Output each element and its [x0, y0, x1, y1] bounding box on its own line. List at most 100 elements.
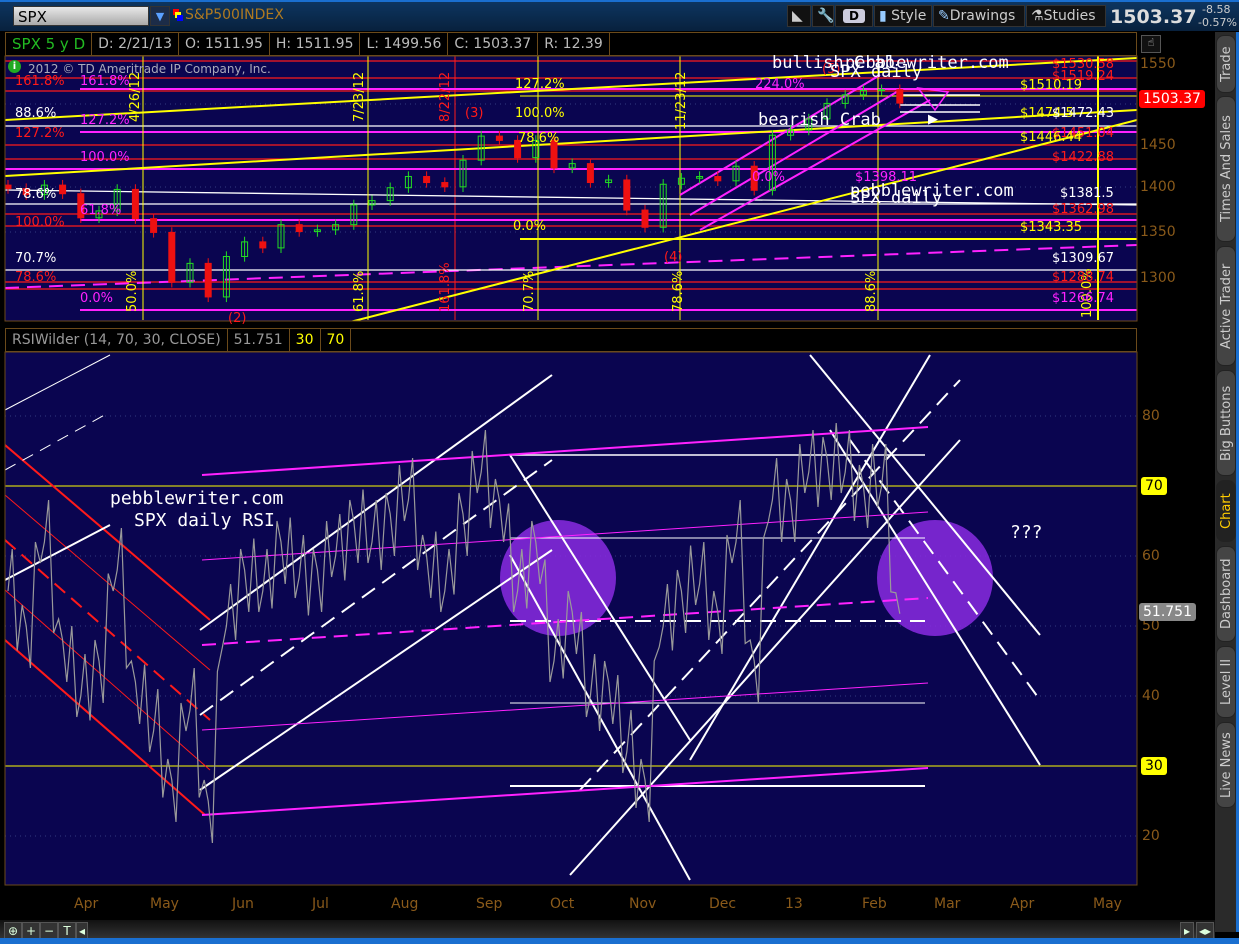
watermark-text: pebblewriter.com [110, 488, 284, 509]
fib-label: 78.6% [15, 187, 57, 202]
x-tick: Apr [1010, 896, 1035, 912]
date-label: 8/22/12 [438, 71, 453, 122]
price-tick: 1450 [1140, 137, 1176, 153]
bottom-bar [0, 920, 1215, 938]
current-price-tag: 1503.37 [1139, 90, 1205, 108]
wave-label: (4) [664, 250, 683, 265]
fib-label: 61.8% [80, 203, 122, 218]
fib-label: 127.2% [515, 77, 565, 92]
x-tick: 13 [785, 896, 803, 912]
rsi-tick: 80 [1142, 408, 1160, 424]
candle [150, 218, 158, 233]
x-tick: Dec [709, 896, 737, 912]
time-fib-label: 50.0% [125, 270, 140, 312]
candle [295, 224, 303, 233]
fib-label: 161.8% [80, 74, 130, 89]
price-tick: 1350 [1140, 224, 1176, 240]
candle [59, 184, 67, 195]
fib-label: 127.2% [80, 113, 130, 128]
price-level: $1446.44 [1020, 130, 1083, 145]
x-tick: May [1093, 896, 1122, 912]
pointer-tool-icon[interactable]: ☝ [1141, 35, 1161, 53]
candle [131, 188, 139, 220]
x-tick: Aug [391, 896, 419, 912]
x-tick: Nov [629, 896, 657, 912]
candle [714, 176, 722, 182]
x-tick: Apr [74, 896, 99, 912]
price-level: $1510.19 [1020, 78, 1083, 93]
tab-trade[interactable]: Trade [1216, 35, 1236, 93]
fib-label: 161.8% [15, 74, 65, 89]
rsi-oversold: 30 [290, 329, 321, 351]
candle [586, 163, 594, 184]
tab-dashboard[interactable]: Dashboard [1216, 546, 1236, 642]
chart-caption: SPX daily RSI [134, 510, 275, 531]
price-level: $1472.43 [1052, 106, 1115, 121]
fib-label: 70.7% [15, 251, 57, 266]
rsi-header: RSIWilder (14, 70, 30, CLOSE) 51.751 30 … [5, 328, 1137, 352]
wave-label: (2) [228, 311, 247, 326]
time-fib-label: 61.8% [352, 270, 367, 312]
tab-times-and-sales[interactable]: Times And Sales [1216, 96, 1236, 242]
time-fib-label: 161.8% [438, 262, 453, 312]
x-tick: Sep [476, 896, 503, 912]
fib-label: 0.0% [752, 170, 786, 185]
x-tick: Oct [550, 896, 575, 912]
watermark-text: SPX daily [830, 62, 923, 82]
fib-label: 100.0% [80, 150, 130, 165]
price-tick: 1550 [1140, 56, 1176, 72]
fib-label: 224.0% [755, 77, 805, 92]
date-label: 7/23/12 [352, 71, 367, 122]
candle [423, 176, 431, 184]
fib-label: 78.6% [15, 270, 57, 285]
x-tick: Jun [232, 896, 254, 912]
rsi-tick: 60 [1142, 548, 1160, 564]
candle [441, 182, 449, 188]
watermark-text: SPX daily [850, 188, 943, 208]
sidebar: Trade Times And Sales Active Trader Big … [1215, 32, 1239, 932]
wave-label: (3) [465, 106, 484, 121]
rsi-current-tag: 51.751 [1139, 603, 1196, 621]
price-level: $1309.67 [1052, 251, 1115, 266]
tab-live-news[interactable]: Live News [1216, 722, 1236, 808]
rsi-tick: 20 [1142, 828, 1160, 844]
rsi-30-tag: 30 [1141, 757, 1167, 775]
candle [5, 184, 12, 190]
info-icon[interactable]: i [8, 60, 21, 73]
rsi-value: 51.751 [228, 329, 290, 351]
price-tick: 1400 [1140, 179, 1176, 195]
date-label: 4/26/12 [128, 71, 143, 122]
time-fib-label: 88.6% [864, 270, 879, 312]
candle [168, 231, 176, 283]
candle [878, 89, 886, 92]
fib-label: 88.6% [15, 106, 57, 121]
highlight-circle [877, 520, 993, 636]
arrow-right-icon: ▶ [928, 112, 938, 127]
window-border [0, 938, 1239, 944]
tab-active-trader[interactable]: Active Trader [1216, 246, 1236, 366]
pattern-label: bearish Crab [758, 110, 881, 130]
question-annotation: ??? [1010, 522, 1043, 543]
x-tick: Jul [312, 896, 329, 912]
price-tick: 1300 [1140, 270, 1176, 286]
price-level: $1288.74 [1052, 270, 1115, 285]
time-fib-label: 78.6% [671, 270, 686, 312]
rsi-tick: 40 [1142, 688, 1160, 704]
rsi-overbought: 70 [321, 329, 352, 351]
fib-label: 78.6% [518, 131, 560, 146]
rsi-study-name[interactable]: RSIWilder (14, 70, 30, CLOSE) [6, 329, 228, 351]
x-tick: May [150, 896, 179, 912]
candle [623, 179, 631, 211]
price-level: $1422.88 [1052, 150, 1115, 165]
tab-chart[interactable]: Chart [1216, 480, 1236, 542]
price-level: $1266.74 [1052, 291, 1115, 306]
tab-level-ii[interactable]: Level II [1216, 646, 1236, 718]
fib-label: 100.0% [515, 106, 565, 121]
fib-label: 0.0% [80, 291, 114, 306]
candle [495, 135, 503, 141]
candle [641, 209, 649, 228]
time-fib-label: 70.7% [522, 270, 537, 312]
price-level: $1381.5 [1060, 186, 1114, 201]
tab-big-buttons[interactable]: Big Buttons [1216, 370, 1236, 476]
price-level: $1362.98 [1052, 202, 1115, 217]
